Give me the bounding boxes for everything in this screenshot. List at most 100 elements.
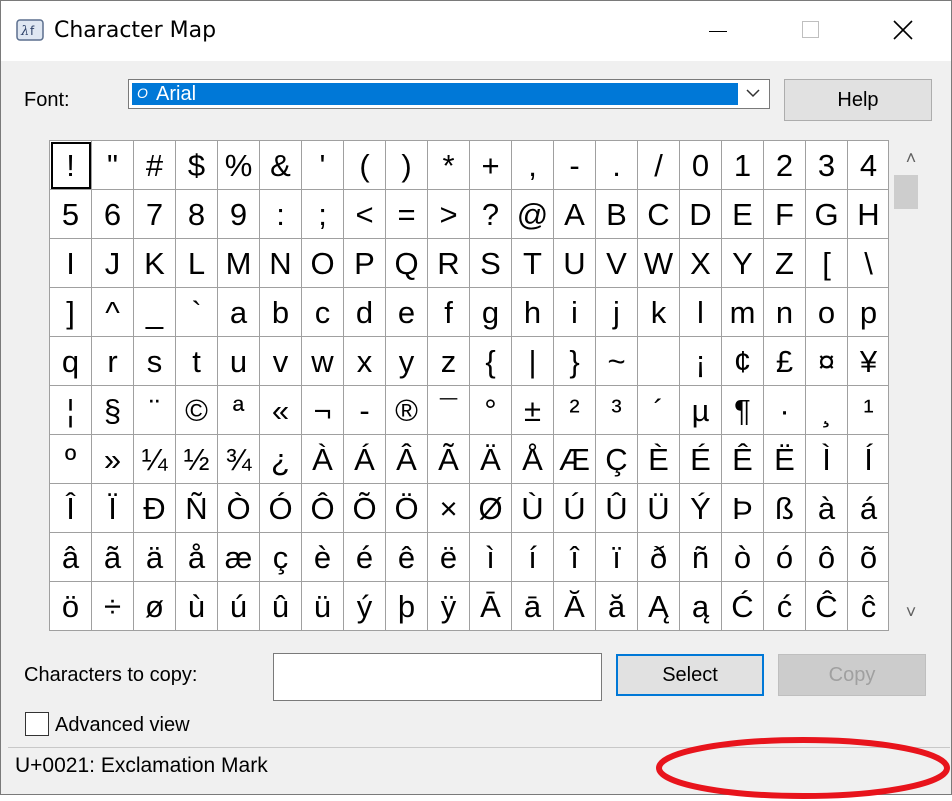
char-cell[interactable]: Ì: [806, 435, 848, 484]
advanced-view-checkbox[interactable]: [25, 712, 49, 736]
char-cell[interactable]: 4: [848, 141, 888, 190]
char-cell[interactable]: =: [386, 190, 428, 239]
char-cell[interactable]: â: [50, 533, 92, 582]
char-cell[interactable]: .: [596, 141, 638, 190]
char-cell[interactable]: Á: [344, 435, 386, 484]
char-cell[interactable]: 0: [680, 141, 722, 190]
char-cell[interactable]: î: [554, 533, 596, 582]
char-cell[interactable]: ñ: [680, 533, 722, 582]
char-cell[interactable]: e: [386, 288, 428, 337]
char-cell[interactable]: è: [302, 533, 344, 582]
char-cell[interactable]: C: [638, 190, 680, 239]
char-cell[interactable]: ¾: [218, 435, 260, 484]
char-cell[interactable]: Ø: [470, 484, 512, 533]
char-cell[interactable]: Ñ: [176, 484, 218, 533]
char-cell[interactable]: Æ: [554, 435, 596, 484]
char-cell[interactable]: ": [92, 141, 134, 190]
help-button[interactable]: Help: [784, 79, 932, 121]
char-cell[interactable]: i: [554, 288, 596, 337]
char-cell[interactable]: Ú: [554, 484, 596, 533]
char-cell[interactable]: Î: [50, 484, 92, 533]
scroll-down-icon[interactable]: ˅: [890, 602, 932, 626]
char-cell[interactable]: (: [344, 141, 386, 190]
char-cell[interactable]: K: [134, 239, 176, 288]
char-cell[interactable]: /: [638, 141, 680, 190]
char-cell[interactable]: n: [764, 288, 806, 337]
char-cell[interactable]: p: [848, 288, 888, 337]
char-cell[interactable]: Ê: [722, 435, 764, 484]
char-cell[interactable]: X: [680, 239, 722, 288]
char-cell[interactable]: ½: [176, 435, 218, 484]
char-cell[interactable]: ³: [596, 386, 638, 435]
char-cell[interactable]: Ë: [764, 435, 806, 484]
title-bar[interactable]: λ f Character Map: [1, 1, 951, 61]
char-cell[interactable]: ©: [176, 386, 218, 435]
char-cell[interactable]: L: [176, 239, 218, 288]
char-cell[interactable]: Ù: [512, 484, 554, 533]
char-cell[interactable]: Y: [722, 239, 764, 288]
char-cell[interactable]: g: [470, 288, 512, 337]
char-cell[interactable]: º: [50, 435, 92, 484]
char-cell[interactable]: R: [428, 239, 470, 288]
char-cell[interactable]: ª: [218, 386, 260, 435]
char-cell[interactable]: ã: [92, 533, 134, 582]
char-cell[interactable]: õ: [848, 533, 888, 582]
char-cell[interactable]: F: [764, 190, 806, 239]
char-cell[interactable]: ¿: [260, 435, 302, 484]
char-cell[interactable]: Ĉ: [806, 582, 848, 630]
char-cell[interactable]: &: [260, 141, 302, 190]
char-cell[interactable]: Ô: [302, 484, 344, 533]
char-cell[interactable]: ^: [92, 288, 134, 337]
maximize-button[interactable]: [764, 1, 856, 61]
char-cell[interactable]: z: [428, 337, 470, 386]
char-cell[interactable]: ÷: [92, 582, 134, 630]
char-cell[interactable]: u: [218, 337, 260, 386]
char-cell[interactable]: ~: [596, 337, 638, 386]
char-cell[interactable]: -: [554, 141, 596, 190]
close-button[interactable]: [857, 1, 949, 61]
char-cell[interactable]: û: [260, 582, 302, 630]
char-cell[interactable]: Õ: [344, 484, 386, 533]
char-cell[interactable]: 7: [134, 190, 176, 239]
char-cell[interactable]: _: [134, 288, 176, 337]
char-cell[interactable]: ý: [344, 582, 386, 630]
char-cell[interactable]: O: [302, 239, 344, 288]
char-cell[interactable]: »: [92, 435, 134, 484]
char-cell[interactable]: à: [806, 484, 848, 533]
char-cell[interactable]: ï: [596, 533, 638, 582]
char-cell[interactable]: ì: [470, 533, 512, 582]
char-cell[interactable]: Ă: [554, 582, 596, 630]
char-cell[interactable]: Û: [596, 484, 638, 533]
char-cell[interactable]: U: [554, 239, 596, 288]
character-grid[interactable]: ! " # $% & '() * +, -./0 1 2 3 4 5 6 7 8 9:; < = >? @ A B C D E F G H…: [49, 140, 889, 631]
char-cell[interactable]: Ã: [428, 435, 470, 484]
char-cell[interactable]: ó: [764, 533, 806, 582]
char-cell[interactable]: ù: [176, 582, 218, 630]
char-cell[interactable]: t: [176, 337, 218, 386]
char-cell[interactable]: ç: [260, 533, 302, 582]
char-cell[interactable]: !: [50, 141, 92, 190]
char-cell[interactable]: Ó: [260, 484, 302, 533]
char-cell[interactable]: ×: [428, 484, 470, 533]
char-cell[interactable]: ¡: [680, 337, 722, 386]
char-cell[interactable]: N: [260, 239, 302, 288]
char-cell[interactable]: b: [260, 288, 302, 337]
char-cell[interactable]: G: [806, 190, 848, 239]
char-cell[interactable]: È: [638, 435, 680, 484]
scroll-thumb[interactable]: [894, 175, 918, 209]
char-cell[interactable]: j: [596, 288, 638, 337]
char-cell[interactable]: ú: [218, 582, 260, 630]
char-cell[interactable]: f: [428, 288, 470, 337]
char-cell[interactable]: ): [386, 141, 428, 190]
char-cell[interactable]: á: [848, 484, 888, 533]
char-cell[interactable]: ĉ: [848, 582, 888, 630]
char-cell[interactable]: ă: [596, 582, 638, 630]
char-cell[interactable]: [: [806, 239, 848, 288]
char-cell[interactable]: Ā: [470, 582, 512, 630]
char-cell[interactable]: ¸: [806, 386, 848, 435]
char-cell[interactable]: <: [344, 190, 386, 239]
char-cell[interactable]: 2: [764, 141, 806, 190]
char-cell[interactable]: *: [428, 141, 470, 190]
char-cell[interactable]: ¤: [806, 337, 848, 386]
char-cell[interactable]: ': [302, 141, 344, 190]
